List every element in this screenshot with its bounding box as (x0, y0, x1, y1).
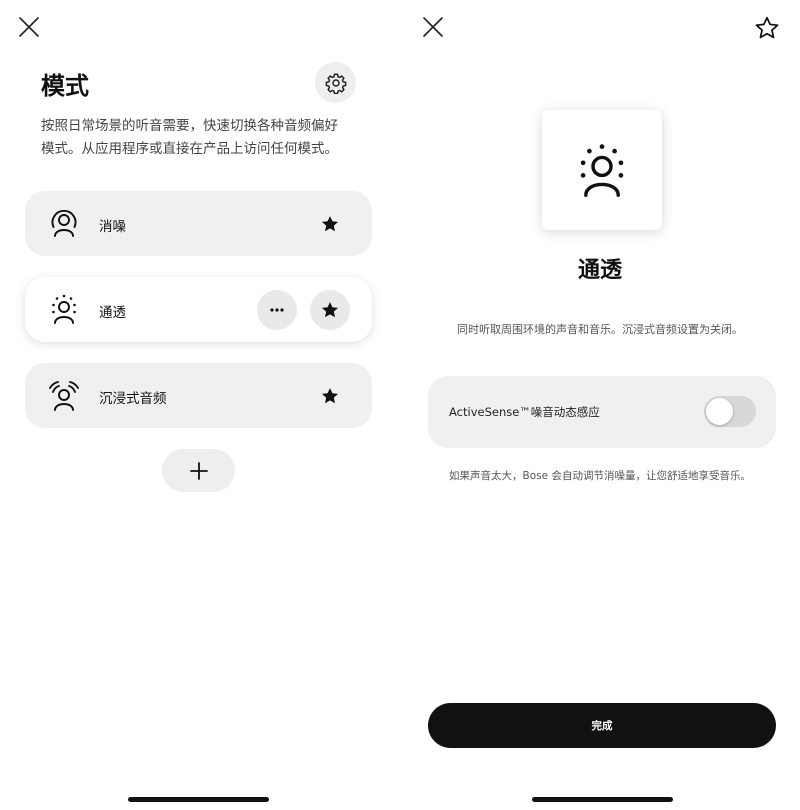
star-filled-icon (321, 216, 339, 232)
aware-icon (47, 292, 81, 326)
immersive-audio-icon (47, 378, 81, 412)
close-button[interactable] (418, 12, 448, 42)
aware-icon (580, 144, 624, 197)
star-outline-icon (755, 16, 779, 39)
favorite-button[interactable] (310, 204, 350, 244)
mode-card-immersive-audio[interactable]: 沉浸式音频 (25, 363, 372, 428)
toggle-knob (706, 398, 733, 425)
favorite-toggle-button[interactable] (751, 12, 783, 44)
star-filled-icon (321, 302, 339, 318)
settings-button[interactable] (315, 62, 356, 103)
mode-label: 消噪 (99, 219, 126, 235)
activesense-toggle[interactable] (704, 396, 756, 427)
mode-hero-card (542, 110, 662, 230)
plus-icon (189, 461, 208, 480)
home-indicator[interactable] (532, 797, 673, 802)
mode-description: 同时听取周围环境的声音和音乐。沉浸式音频设置为关闭。 (457, 323, 743, 336)
favorite-button[interactable] (310, 376, 350, 416)
modes-screen: 模式 按照日常场景的听音需要，快速切换各种音频偏好模式。从应用程序或直接在产品上… (0, 0, 400, 810)
done-button[interactable]: 完成 (428, 703, 776, 748)
mode-detail-screen: 通透 同时听取周围环境的声音和音乐。沉浸式音频设置为关闭。 ActiveSens… (400, 0, 800, 810)
gear-icon (325, 73, 346, 94)
mode-card-noise-cancelling[interactable]: 消噪 (25, 191, 372, 256)
favorite-button[interactable] (310, 290, 350, 330)
close-icon (19, 17, 39, 37)
mode-label: 通透 (99, 305, 126, 321)
more-icon (270, 308, 284, 312)
more-options-button[interactable] (257, 290, 297, 330)
activesense-setting: ActiveSense™噪音动态感应 (428, 376, 776, 448)
noise-cancel-icon (47, 206, 81, 240)
mode-label: 沉浸式音频 (99, 391, 167, 407)
page-title: 模式 (41, 72, 89, 100)
close-icon (423, 17, 443, 37)
add-mode-button[interactable] (162, 449, 235, 492)
home-indicator[interactable] (128, 797, 269, 802)
star-filled-icon (321, 388, 339, 404)
activesense-label: ActiveSense™噪音动态感应 (449, 405, 600, 419)
mode-card-aware[interactable]: 通透 (25, 277, 372, 342)
modes-description: 按照日常场景的听音需要，快速切换各种音频偏好模式。从应用程序或直接在产品上访问任… (41, 118, 338, 157)
mode-title: 通透 (577, 258, 622, 283)
close-button[interactable] (14, 12, 44, 42)
activesense-hint: 如果声音太大，Bose 会自动调节消噪量，让您舒适地享受音乐。 (449, 470, 751, 482)
